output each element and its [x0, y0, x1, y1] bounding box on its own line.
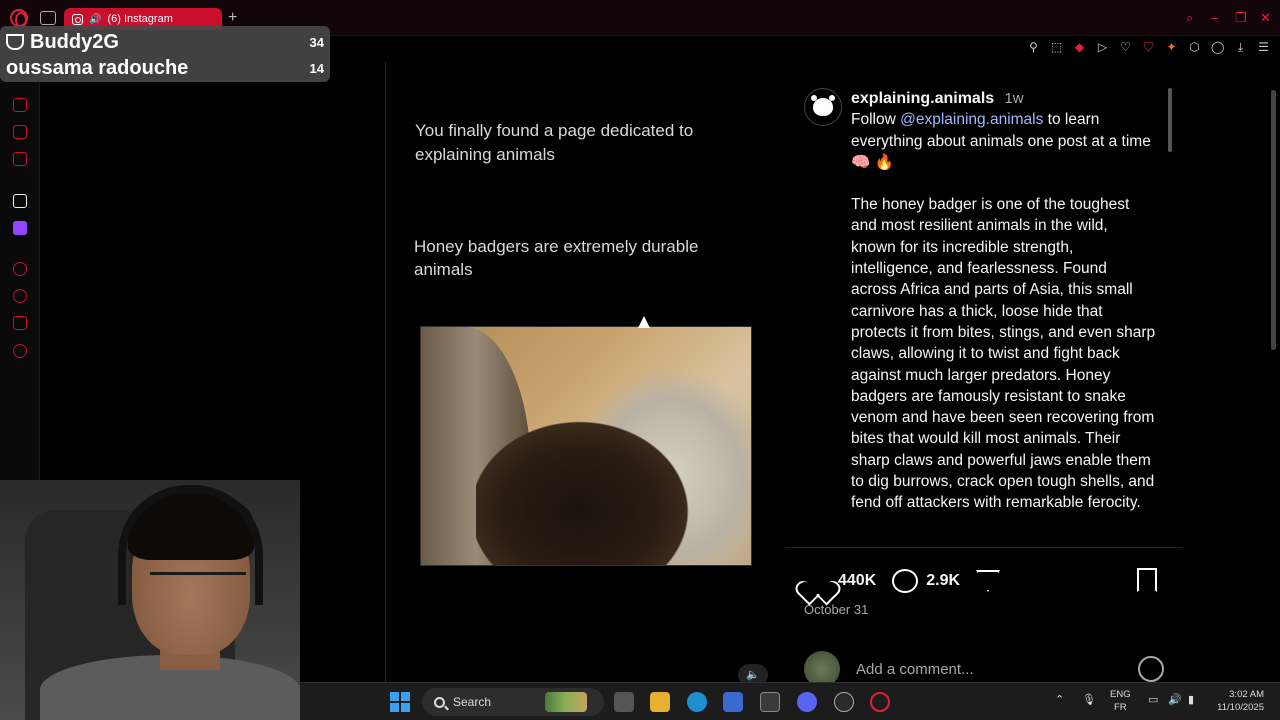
post-age[interactable]: 1w — [1004, 90, 1023, 107]
minimize-icon[interactable]: – — [1211, 10, 1218, 25]
network-icon[interactable]: ▭ — [1148, 693, 1158, 706]
comment-count: 2.9K — [926, 572, 961, 589]
workspace-icon[interactable] — [40, 11, 56, 25]
divider — [785, 547, 1183, 548]
restore-icon[interactable]: ❐ — [1235, 10, 1247, 26]
post-date: October 31 — [804, 602, 869, 617]
caption-scrollbar[interactable] — [1168, 88, 1172, 152]
extensions-sidebar-icon[interactable] — [13, 316, 27, 330]
speaker-icon[interactable]: 🔊 — [89, 14, 101, 25]
comment-icon[interactable] — [892, 569, 919, 593]
mouse-cursor — [638, 316, 650, 328]
tab-title: (6) Instagram — [107, 13, 173, 25]
adblock-icon[interactable]: ⛉ — [1142, 40, 1155, 54]
battery-icon[interactable]: ▮ — [1188, 693, 1194, 706]
profile-icon[interactable]: ◯ — [1211, 40, 1224, 54]
clock-time: 3:02 AM — [1229, 689, 1264, 700]
comment-input[interactable]: Add a comment... — [856, 661, 1122, 678]
author-username[interactable]: explaining.animals — [851, 90, 994, 107]
screen: 🔊 (6) Instagram + ⌕ – ❐ ✕ ⚲ ⬚ ◆ ▷ ♡ ⛉ ✦ … — [0, 0, 1280, 720]
page-scrollbar[interactable] — [1271, 90, 1276, 350]
honey-badger — [476, 407, 706, 565]
post-caption: explaining.animals 1w Follow @explaining… — [851, 88, 1156, 548]
leaderboard-row: Buddy2G 34 — [6, 31, 324, 54]
clock-date: 11/10/2025 — [1217, 702, 1264, 713]
opera-logo-icon[interactable] — [10, 9, 28, 28]
steam-icon[interactable] — [834, 692, 854, 712]
aria-icon[interactable] — [13, 98, 27, 112]
volume-icon[interactable]: 🔊 — [1168, 693, 1182, 706]
system-clock[interactable]: 3:02 AM 11/10/2025 — [1208, 688, 1264, 714]
leaderboard-row: oussama radouche 14 — [6, 57, 324, 80]
search-icon — [434, 696, 445, 708]
task-view-icon[interactable] — [614, 692, 634, 712]
instagram-icon — [72, 13, 83, 25]
edge-icon[interactable] — [687, 692, 707, 712]
video-caption-fact: Honey badgers are extremely durable anim… — [414, 237, 699, 279]
video-caption-intro: You finally found a page dedicated to ex… — [415, 121, 694, 164]
mention-link[interactable]: @explaining.animals — [900, 111, 1043, 128]
heart-icon[interactable] — [804, 569, 830, 593]
crypto-wallet-icon[interactable] — [13, 125, 27, 139]
leaderboard-overlay: Buddy2G 34 oussama radouche 14 — [0, 26, 330, 82]
start-button[interactable] — [390, 692, 410, 712]
intro-text: Follow — [851, 111, 901, 129]
tray-overflow-icon[interactable]: ⌃ — [1055, 693, 1064, 706]
lang-secondary: FR — [1113, 702, 1127, 713]
share-icon[interactable] — [976, 570, 1001, 592]
taskbar-search[interactable]: Search — [422, 688, 604, 716]
menu-icon[interactable]: ☰ — [1257, 40, 1270, 54]
post-media[interactable]: You finally found a page dedicated to ex… — [385, 62, 785, 686]
webcam-feed — [0, 480, 300, 720]
language-indicator[interactable]: ENG FR — [1110, 688, 1131, 714]
caption-body: The honey badger is one of the toughest … — [851, 196, 1156, 512]
search-highlight-art — [545, 692, 588, 712]
post-details-panel: explaining.animals 1w Follow @explaining… — [785, 62, 1183, 687]
download-icon[interactable]: ⤓ — [1234, 40, 1247, 54]
store-icon[interactable] — [723, 692, 743, 712]
discord-icon[interactable] — [797, 692, 817, 712]
lang-primary: ENG — [1110, 689, 1131, 700]
like-action[interactable]: 440K — [804, 569, 876, 593]
trophy-icon — [6, 34, 24, 50]
shield-icon[interactable]: ◆ — [1073, 40, 1086, 54]
browser-toolbar: ⚲ ⬚ ◆ ▷ ♡ ⛉ ✦ ⬡ ◯ ⤓ ☰ — [1027, 38, 1280, 56]
add-comment-row: Add a comment... — [804, 651, 1164, 687]
file-explorer-icon[interactable] — [650, 692, 670, 712]
pin-icon[interactable]: ⚲ — [1027, 40, 1040, 54]
close-icon[interactable]: ✕ — [1260, 10, 1271, 26]
opera-taskbar-icon[interactable] — [870, 692, 890, 712]
share-action[interactable] — [976, 570, 1001, 592]
extension-red-icon[interactable]: ✦ — [1165, 40, 1178, 54]
heart-icon[interactable]: ♡ — [1119, 40, 1132, 54]
emoji-icon[interactable] — [1138, 656, 1164, 682]
search-label: Search — [453, 695, 492, 709]
windows-taskbar: Search ⌃ 🎙 ENG FR ▭ 🔊 ▮ 3:02 AM 11/10/20… — [300, 682, 1280, 720]
author-avatar[interactable] — [804, 88, 842, 126]
video-frame[interactable] — [420, 326, 752, 566]
leader-score: 34 — [309, 35, 324, 50]
tiktok-icon[interactable] — [13, 194, 27, 208]
twitch-icon[interactable] — [13, 221, 27, 235]
microphone-icon[interactable]: 🎙 — [1082, 693, 1096, 706]
new-tab-button[interactable]: + — [228, 9, 237, 27]
extensions-icon[interactable]: ⬡ — [1188, 40, 1201, 54]
settings-icon[interactable] — [13, 344, 27, 358]
leader-name: Buddy2G — [30, 31, 119, 53]
like-count: 440K — [838, 572, 877, 589]
play-icon[interactable]: ▷ — [1096, 40, 1109, 54]
leader-score: 14 — [309, 61, 324, 76]
player-icon[interactable] — [13, 262, 27, 276]
post-actions: 440K 2.9K — [804, 566, 1150, 596]
leader-name: oussama radouche — [6, 57, 189, 79]
app-icon[interactable] — [760, 692, 780, 712]
history-icon[interactable] — [13, 289, 27, 303]
comment-action[interactable]: 2.9K — [892, 569, 960, 593]
search-tabs-icon[interactable]: ⌕ — [1186, 10, 1193, 26]
messenger-icon[interactable] — [13, 152, 27, 166]
snapshot-icon[interactable]: ⬚ — [1050, 40, 1063, 54]
